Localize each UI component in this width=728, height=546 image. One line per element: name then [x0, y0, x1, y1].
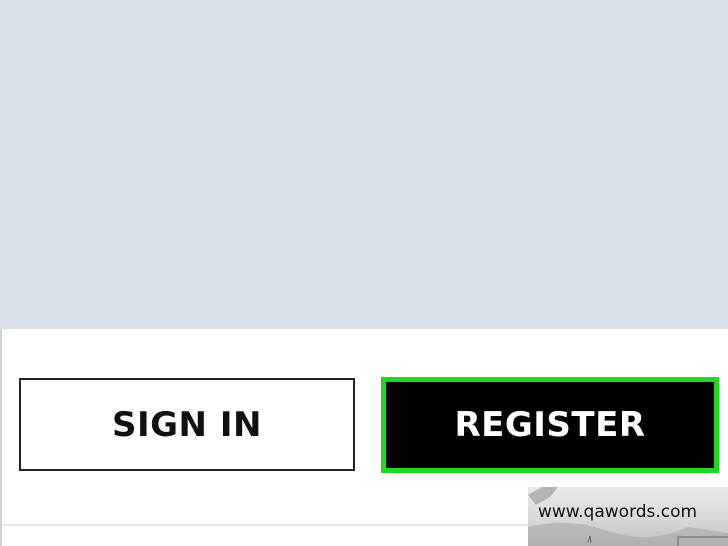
- watermark-text: www.qawords.com: [538, 502, 698, 522]
- sign-in-button[interactable]: SIGN IN: [19, 378, 355, 471]
- register-button[interactable]: REGISTER: [381, 377, 719, 473]
- app-screen: SIGN IN REGISTER www.qawords.com: [0, 0, 728, 546]
- watermark: www.qawords.com: [528, 487, 728, 546]
- hero-image-area: [0, 0, 728, 329]
